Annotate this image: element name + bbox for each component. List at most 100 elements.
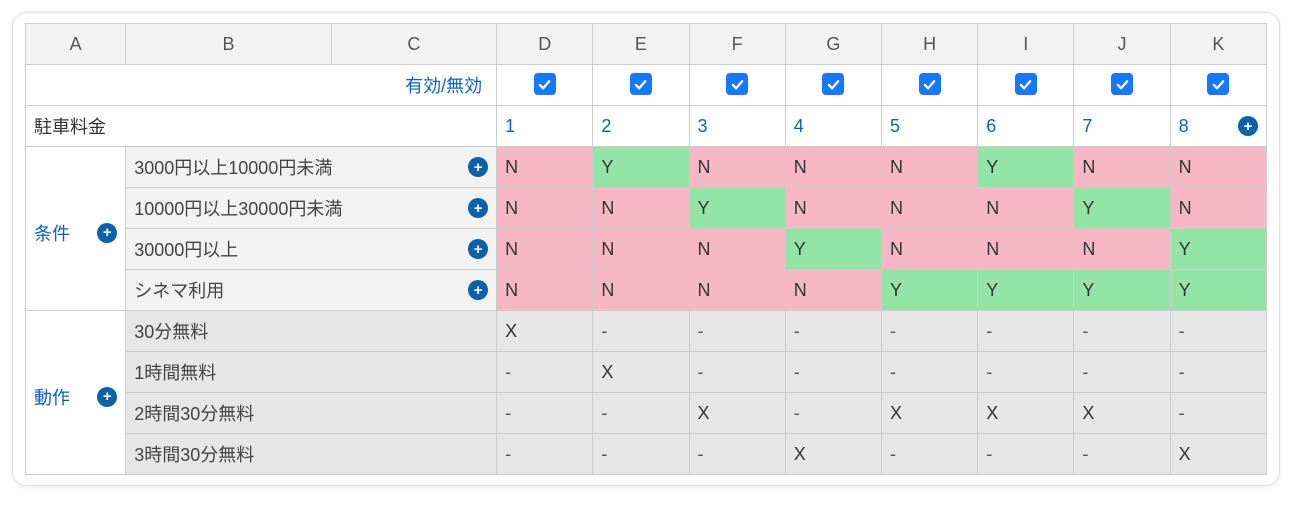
action-cell[interactable]: -: [978, 352, 1074, 393]
action-label[interactable]: 2時間30分無料: [126, 393, 497, 434]
rule-number-7[interactable]: 7: [1074, 106, 1170, 147]
condition-cell[interactable]: Y: [593, 147, 689, 188]
rule-number-5[interactable]: 5: [881, 106, 977, 147]
col-header-A[interactable]: A: [26, 24, 126, 65]
enabled-checkbox-6[interactable]: [1015, 73, 1037, 95]
condition-cell[interactable]: N: [785, 270, 881, 311]
condition-cell[interactable]: N: [497, 229, 593, 270]
action-cell[interactable]: X: [689, 393, 785, 434]
condition-cell[interactable]: N: [497, 147, 593, 188]
condition-expand-icon[interactable]: +: [468, 239, 488, 259]
condition-cell[interactable]: N: [689, 147, 785, 188]
action-cell[interactable]: X: [497, 311, 593, 352]
action-cell[interactable]: -: [593, 393, 689, 434]
action-cell[interactable]: -: [497, 352, 593, 393]
action-label[interactable]: 3時間30分無料: [126, 434, 497, 475]
condition-cell[interactable]: N: [689, 229, 785, 270]
action-cell[interactable]: -: [497, 393, 593, 434]
condition-cell[interactable]: Y: [978, 147, 1074, 188]
enabled-checkbox-2[interactable]: [630, 73, 652, 95]
condition-cell[interactable]: Y: [1170, 229, 1266, 270]
condition-cell[interactable]: N: [593, 229, 689, 270]
col-header-I[interactable]: I: [978, 24, 1074, 65]
col-header-B[interactable]: B: [126, 24, 331, 65]
condition-cell[interactable]: N: [1074, 147, 1170, 188]
enabled-checkbox-3[interactable]: [726, 73, 748, 95]
condition-cell[interactable]: Y: [785, 229, 881, 270]
condition-cell[interactable]: N: [978, 188, 1074, 229]
col-header-E[interactable]: E: [593, 24, 689, 65]
action-cell[interactable]: -: [689, 311, 785, 352]
action-cell[interactable]: -: [1074, 352, 1170, 393]
condition-label[interactable]: 30000円以上: [134, 236, 238, 262]
table-title[interactable]: 駐車料金: [26, 106, 497, 147]
condition-cell[interactable]: Y: [881, 270, 977, 311]
condition-cell[interactable]: N: [497, 270, 593, 311]
condition-cell[interactable]: N: [1074, 229, 1170, 270]
enabled-checkbox-4[interactable]: [822, 73, 844, 95]
action-label[interactable]: 30分無料: [126, 311, 497, 352]
condition-label[interactable]: 10000円以上30000円未満: [134, 195, 342, 221]
action-cell[interactable]: X: [978, 393, 1074, 434]
action-cell[interactable]: -: [978, 434, 1074, 475]
condition-cell[interactable]: N: [689, 270, 785, 311]
rule-number-2[interactable]: 2: [593, 106, 689, 147]
condition-cell[interactable]: N: [1170, 147, 1266, 188]
rule-number-1[interactable]: 1: [497, 106, 593, 147]
action-cell[interactable]: -: [689, 434, 785, 475]
action-cell[interactable]: -: [497, 434, 593, 475]
condition-cell[interactable]: N: [593, 270, 689, 311]
condition-cell[interactable]: N: [978, 229, 1074, 270]
action-cell[interactable]: -: [785, 311, 881, 352]
action-cell[interactable]: -: [593, 434, 689, 475]
enabled-checkbox-7[interactable]: [1111, 73, 1133, 95]
condition-cell[interactable]: Y: [1170, 270, 1266, 311]
col-header-G[interactable]: G: [785, 24, 881, 65]
rule-number-8[interactable]: 8: [1179, 116, 1189, 137]
col-header-D[interactable]: D: [497, 24, 593, 65]
action-cell[interactable]: -: [1074, 311, 1170, 352]
action-cell[interactable]: -: [881, 434, 977, 475]
condition-expand-icon[interactable]: +: [468, 157, 488, 177]
action-cell[interactable]: -: [689, 352, 785, 393]
action-cell[interactable]: -: [785, 352, 881, 393]
rule-number-6[interactable]: 6: [978, 106, 1074, 147]
action-cell[interactable]: -: [881, 352, 977, 393]
action-cell[interactable]: -: [1074, 434, 1170, 475]
condition-cell[interactable]: N: [881, 188, 977, 229]
condition-cell[interactable]: N: [1170, 188, 1266, 229]
action-cell[interactable]: -: [1170, 352, 1266, 393]
action-cell[interactable]: X: [1074, 393, 1170, 434]
action-cell[interactable]: X: [593, 352, 689, 393]
condition-expand-icon[interactable]: +: [468, 198, 488, 218]
action-cell[interactable]: -: [785, 393, 881, 434]
col-header-K[interactable]: K: [1170, 24, 1266, 65]
add-condition-icon[interactable]: +: [97, 223, 117, 243]
col-header-J[interactable]: J: [1074, 24, 1170, 65]
condition-expand-icon[interactable]: +: [468, 280, 488, 300]
condition-cell[interactable]: Y: [1074, 188, 1170, 229]
action-cell[interactable]: X: [1170, 434, 1266, 475]
condition-cell[interactable]: N: [785, 147, 881, 188]
enabled-checkbox-5[interactable]: [919, 73, 941, 95]
col-header-H[interactable]: H: [881, 24, 977, 65]
condition-cell[interactable]: N: [881, 147, 977, 188]
action-cell[interactable]: X: [785, 434, 881, 475]
condition-cell[interactable]: N: [881, 229, 977, 270]
enabled-checkbox-8[interactable]: [1207, 73, 1229, 95]
add-rule-icon[interactable]: +: [1238, 116, 1258, 136]
condition-cell[interactable]: N: [785, 188, 881, 229]
action-cell[interactable]: -: [978, 311, 1074, 352]
action-cell[interactable]: -: [881, 311, 977, 352]
enabled-checkbox-1[interactable]: [534, 73, 556, 95]
action-cell[interactable]: -: [1170, 393, 1266, 434]
action-cell[interactable]: -: [1170, 311, 1266, 352]
col-header-C[interactable]: C: [331, 24, 496, 65]
condition-cell[interactable]: Y: [1074, 270, 1170, 311]
condition-cell[interactable]: N: [593, 188, 689, 229]
action-label[interactable]: 1時間無料: [126, 352, 497, 393]
add-action-icon[interactable]: +: [97, 387, 117, 407]
col-header-F[interactable]: F: [689, 24, 785, 65]
rule-number-4[interactable]: 4: [785, 106, 881, 147]
condition-label[interactable]: 3000円以上10000円未満: [134, 154, 332, 180]
